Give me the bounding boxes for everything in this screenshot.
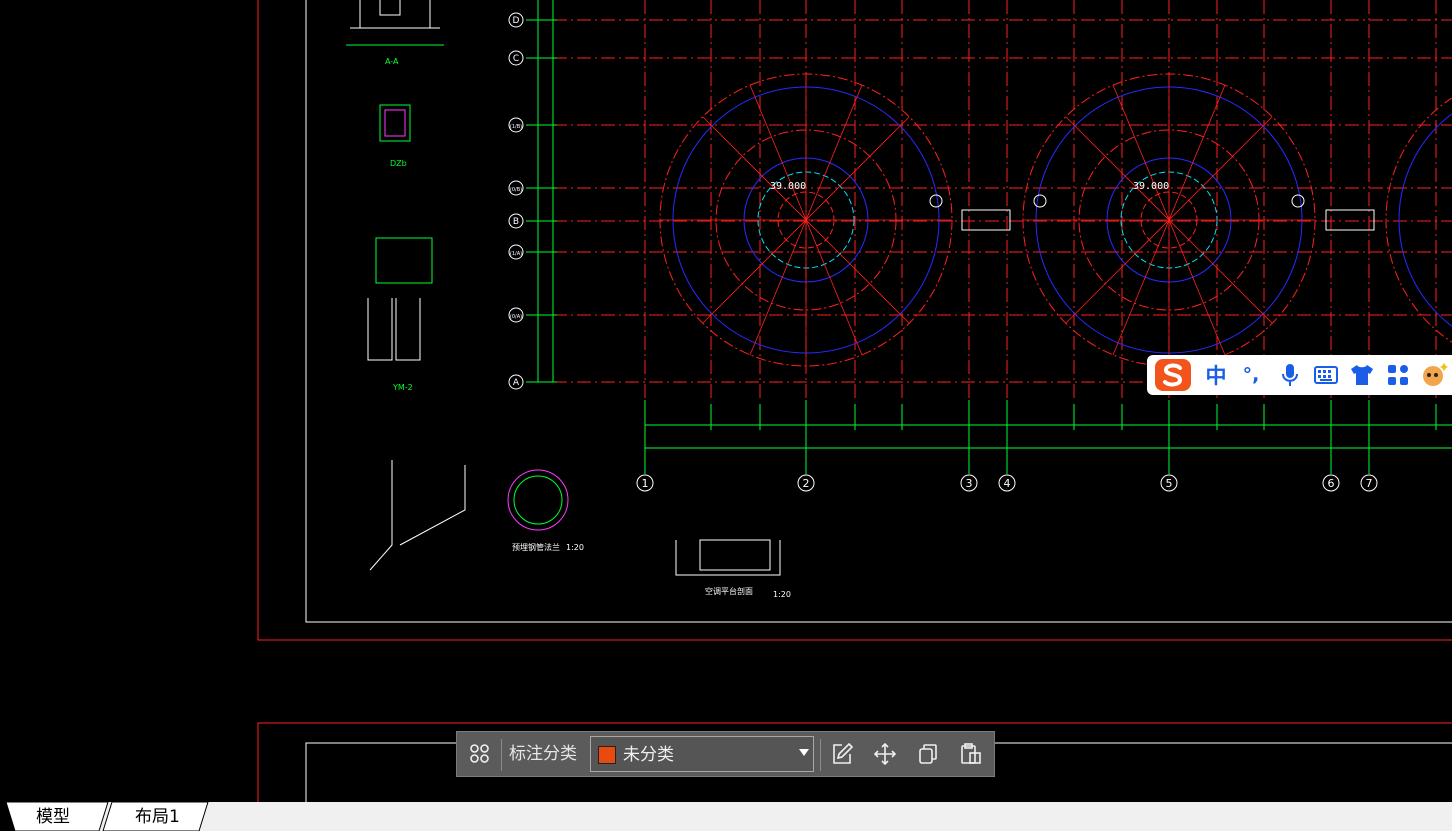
elevation-label-2: 39.000 [1133, 181, 1169, 192]
section-scale-flange: 1:20 [566, 543, 584, 552]
detail-label-ym2: YM-2 [392, 383, 413, 392]
annotation-category-dropdown[interactable]: 未分类 [590, 736, 814, 772]
annotation-toolbar: 标注分类 未分类 [456, 731, 995, 777]
ime-chinese-mode[interactable]: 中 [1203, 361, 1229, 389]
svg-text:6: 6 [1328, 477, 1335, 490]
circular-platform-2 [1022, 73, 1316, 367]
platform-connectors [929, 194, 1375, 231]
circular-platform-1 [659, 73, 953, 367]
elevation-label-1: 39.000 [770, 181, 806, 192]
section-title-ac-platform: 空调平台剖面 [705, 586, 753, 596]
ime-punctuation-mode[interactable]: °, [1237, 361, 1265, 389]
microphone-icon[interactable] [1277, 361, 1303, 389]
svg-text:(0/A): (0/A) [510, 314, 522, 320]
layout-tab-strip: 模型 布局1 [0, 802, 1452, 831]
svg-text:(1/B): (1/B) [510, 124, 522, 130]
row-axis-bubbles: D C (1/B) (0/B) B (1/A) (0/A) A [508, 12, 524, 390]
svg-text:B: B [513, 217, 519, 227]
column-axis-bubbles: 1 2 3 4 5 6 7 [636, 474, 1378, 492]
svg-text:1: 1 [642, 477, 649, 490]
svg-text:C: C [513, 54, 519, 64]
toolbox-grid-icon[interactable] [1385, 361, 1411, 389]
svg-text:D: D [513, 16, 520, 26]
copy-icon[interactable] [914, 740, 942, 768]
svg-text:7: 7 [1366, 477, 1373, 490]
toolbar-separator [501, 739, 502, 771]
left-dimension-chain [526, 0, 557, 383]
svg-text:5: 5 [1166, 477, 1173, 490]
category-selected-value: 未分类 [623, 745, 674, 765]
svg-text:(1/A): (1/A) [510, 251, 522, 257]
ime-toolbar[interactable]: 中 °, [1147, 355, 1452, 395]
edit-annotation-icon[interactable] [828, 740, 856, 768]
annotation-category-label: 标注分类 [509, 744, 577, 764]
paste-icon[interactable] [957, 740, 985, 768]
circular-platform-3-partial [1385, 97, 1452, 343]
grid-lines-horizontal [553, 19, 1452, 383]
cad-drawing-canvas[interactable]: D C (1/B) (0/B) B (1/A) (0/A) A 1 2 3 4 … [0, 0, 1452, 802]
left-detail-drawings [346, 0, 781, 576]
tab-model[interactable]: 模型 [15, 802, 99, 831]
sogou-logo-icon[interactable] [1151, 357, 1195, 393]
svg-text:A: A [513, 378, 520, 388]
move-icon[interactable] [871, 740, 899, 768]
grid-lines-vertical [644, 0, 1437, 400]
svg-text:4: 4 [1004, 477, 1011, 490]
detail-label-aa: A-A [385, 57, 399, 66]
mascot-avatar-icon[interactable] [1419, 361, 1449, 389]
bottom-dimension-chain [644, 400, 1452, 474]
grid-apps-icon[interactable] [466, 740, 494, 768]
svg-text:2: 2 [803, 477, 810, 490]
svg-text:3: 3 [966, 477, 973, 490]
category-color-swatch [598, 746, 616, 764]
detail-label-dzb: DZb [390, 159, 407, 168]
tab-layout1[interactable]: 布局1 [110, 802, 200, 831]
keyboard-icon[interactable] [1313, 361, 1339, 389]
toolbar-separator [820, 739, 821, 771]
skin-shirt-icon[interactable] [1349, 361, 1375, 389]
section-scale-ac-platform: 1:20 [773, 590, 791, 599]
svg-text:(0/B): (0/B) [510, 187, 522, 193]
section-title-flange: 预埋钢管法兰 [512, 542, 560, 552]
chevron-down-icon [799, 749, 809, 756]
